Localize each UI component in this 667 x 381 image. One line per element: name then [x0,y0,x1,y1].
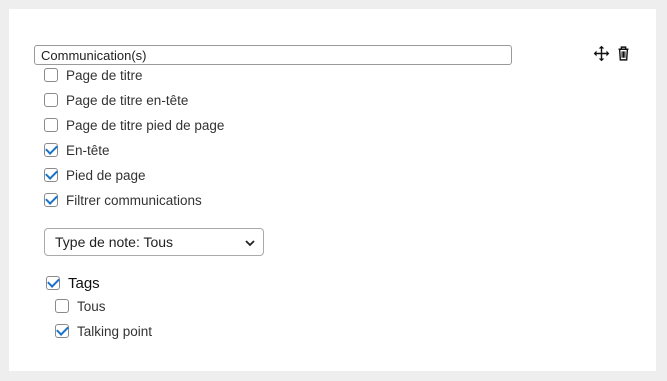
move-arrows-icon[interactable] [592,44,610,62]
option-page-de-titre[interactable]: Page de titre [44,65,143,85]
option-label: Pied de page [66,167,146,183]
chevron-down-icon [245,234,255,250]
option-label: Page de titre [66,67,143,83]
trash-icon[interactable] [614,44,632,62]
option-checkbox[interactable] [44,118,58,132]
option-label: Page de titre pied de page [66,117,225,133]
option-pied-de-page[interactable]: Pied de page [44,165,146,185]
tag-checkbox[interactable] [55,299,69,313]
option-page-de-titre-pied-de-page[interactable]: Page de titre pied de page [44,115,224,135]
section-panel: Page de titre Page de titre en-tête Page… [9,9,656,371]
tags-label: Tags [68,274,100,292]
option-checkbox[interactable] [44,168,58,182]
option-checkbox[interactable] [44,93,58,107]
option-en-tete[interactable]: En-tête [44,140,110,160]
tag-item-talking-point[interactable]: Talking point [55,321,152,341]
tags-toggle[interactable]: Tags [46,273,100,293]
tag-label: Tous [77,298,106,314]
option-label: En-tête [66,142,110,158]
option-checkbox[interactable] [44,143,58,157]
option-page-de-titre-en-tete[interactable]: Page de titre en-tête [44,90,188,110]
tags-checkbox[interactable] [46,276,60,290]
tag-label: Talking point [77,323,153,339]
tag-item-tous[interactable]: Tous [55,296,106,316]
option-checkbox[interactable] [44,68,58,82]
section-title-input[interactable] [34,45,512,65]
note-type-select[interactable]: Type de note: Tous [44,228,264,256]
option-filtrer-communications[interactable]: Filtrer communications [44,190,202,210]
option-checkbox[interactable] [44,193,58,207]
note-type-value: Type de note: Tous [55,234,174,250]
option-label: Page de titre en-tête [66,92,189,108]
option-label: Filtrer communications [66,192,202,208]
tag-checkbox[interactable] [55,324,69,338]
